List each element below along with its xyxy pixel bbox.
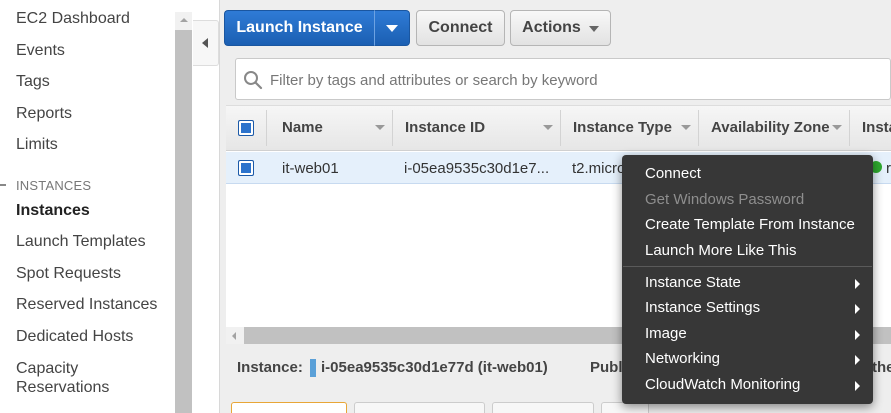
menu-item-get-windows-password: Get Windows Password [645,191,805,208]
actions-button[interactable]: Actions [510,10,611,46]
cell-instance-state: r [886,160,891,177]
chevron-right-icon [855,304,860,314]
cell-instance-type: t2.micro [572,160,626,177]
select-all-checkbox[interactable] [238,120,254,136]
sidebar-item-limits[interactable]: Limits [16,136,58,154]
sidebar-item-label: Capacity [16,360,79,377]
launch-instance-button[interactable]: Launch Instance [224,10,374,46]
column-divider [849,110,850,146]
column-divider [266,110,267,146]
tab-description[interactable] [231,402,347,413]
column-header-name[interactable]: Name [282,119,323,136]
search-icon [244,71,263,90]
instance-color-marker [310,359,316,377]
sidebar: EC2 Dashboard Events Tags Reports Limits… [0,0,176,413]
launch-instance-dropdown-button[interactable] [374,10,410,46]
column-divider [698,110,699,146]
menu-item-instance-settings[interactable]: Instance Settings [645,299,760,316]
collapse-sidebar-icon[interactable] [193,20,219,66]
column-header-instance-state[interactable]: Insta [862,119,891,136]
sidebar-item-reports[interactable]: Reports [16,105,72,123]
sidebar-item-label: Reservations [16,379,110,396]
sidebar-item-instances[interactable]: Instances [16,202,90,220]
sidebar-section-instances[interactable]: INSTANCES [16,178,91,193]
chevron-down-icon [588,25,599,32]
menu-item-networking[interactable]: Networking [645,350,720,367]
detail-instance-label: Instance: [237,359,303,376]
sort-caret-icon[interactable] [681,125,691,130]
column-header-instance-id[interactable]: Instance ID [405,119,485,136]
sidebar-item-events[interactable]: Events [16,42,65,60]
column-header-instance-type[interactable]: Instance Type [573,119,672,136]
section-collapse-icon[interactable] [0,184,6,186]
sidebar-item-spot-requests[interactable]: Spot Requests [16,265,121,283]
detail-instance-value: i-05ea9535c30d1e77d (it-web01) [321,359,548,376]
chevron-right-icon [855,381,860,391]
menu-item-create-template[interactable]: Create Template From Instance [645,216,855,233]
detail-public-label: Publ [590,359,623,376]
sidebar-item-tags[interactable]: Tags [16,73,50,91]
row-checkbox[interactable] [238,160,254,176]
actions-label: Actions [522,19,581,36]
sidebar-scrollbar-thumb[interactable] [175,30,192,413]
menu-separator [623,266,872,267]
scroll-up-icon[interactable] [175,12,192,29]
column-header-availability-zone[interactable]: Availability Zone [711,119,830,136]
sidebar-item-launch-templates[interactable]: Launch Templates [16,233,146,251]
menu-item-launch-more-like-this[interactable]: Launch More Like This [645,242,796,259]
chevron-right-icon [855,279,860,289]
divider [219,0,220,413]
menu-item-instance-state[interactable]: Instance State [645,274,741,291]
chevron-right-icon [855,355,860,365]
sort-caret-icon[interactable] [375,125,385,130]
detail-right-label: the [872,359,891,376]
sidebar-item-capacity-reservations[interactable]: Capacity Reservations [16,359,109,397]
scroll-left-icon[interactable] [226,327,243,344]
sidebar-item-dedicated-hosts[interactable]: Dedicated Hosts [16,328,133,346]
sidebar-item-reserved-instances[interactable]: Reserved Instances [16,296,157,314]
menu-item-image[interactable]: Image [645,325,687,342]
tab-monitoring[interactable] [492,402,594,413]
menu-item-cloudwatch-monitoring[interactable]: CloudWatch Monitoring [645,376,800,393]
connect-button[interactable]: Connect [416,10,505,46]
sort-caret-icon[interactable] [832,125,842,130]
column-divider [392,110,393,146]
cell-name: it-web01 [282,160,339,177]
sort-caret-icon[interactable] [543,125,553,130]
cell-instance-id: i-05ea9535c30d1e7... [404,160,550,177]
menu-item-connect[interactable]: Connect [645,165,701,182]
sidebar-item-ec2-dashboard[interactable]: EC2 Dashboard [16,10,130,28]
column-divider [560,110,561,146]
chevron-right-icon [855,330,860,340]
tab-status-checks[interactable] [354,402,485,413]
search-input[interactable] [270,70,870,90]
